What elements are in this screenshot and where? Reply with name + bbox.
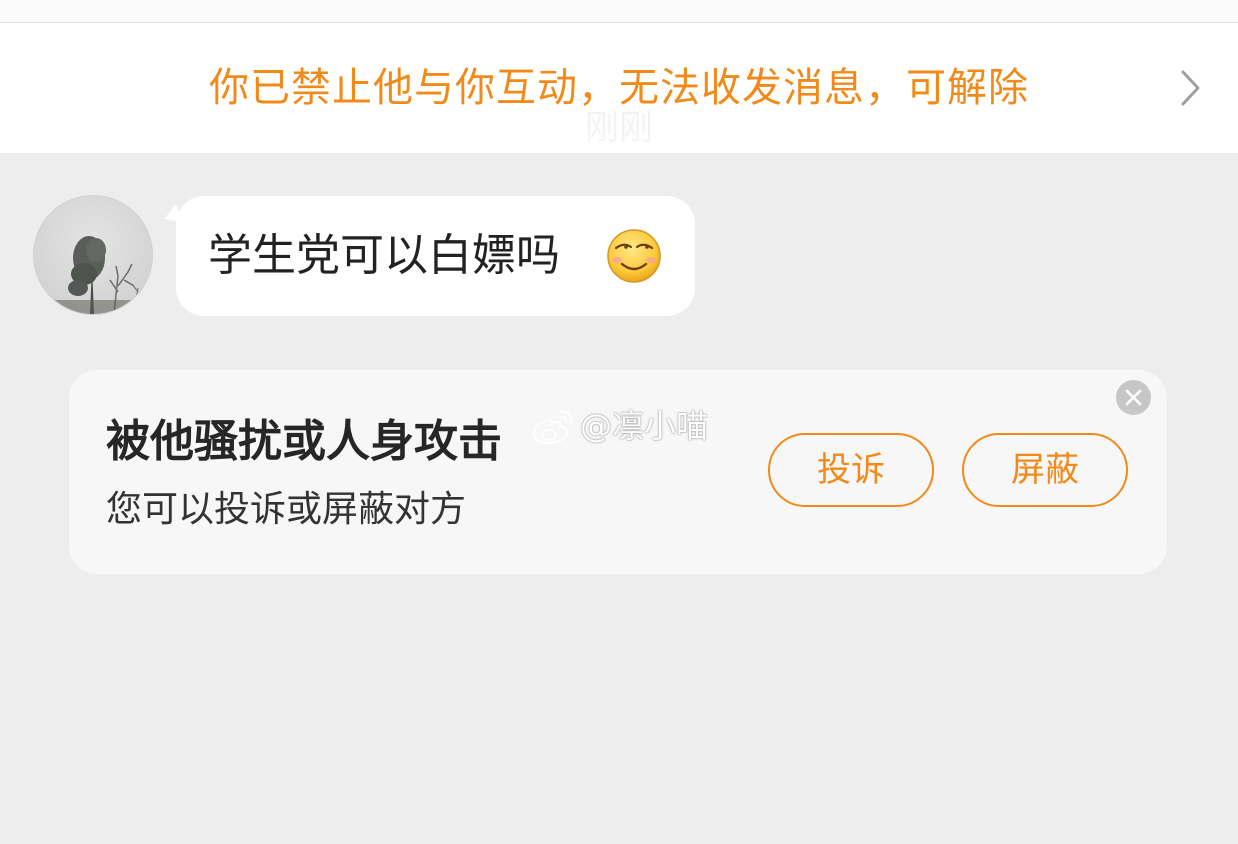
card-subtitle: 您可以投诉或屏蔽对方 — [106, 489, 467, 530]
watermark: @凛小喵 — [530, 400, 708, 448]
message-bubble[interactable]: 学生党可以白嫖吗 — [176, 196, 695, 316]
report-button[interactable]: 投诉 — [768, 433, 934, 507]
avatar[interactable] — [34, 196, 152, 314]
avatar-tree-image — [34, 196, 152, 314]
chevron-right-icon[interactable] — [1172, 68, 1208, 108]
block-button[interactable]: 屏蔽 — [962, 433, 1128, 507]
message-timestamp: 刚刚 — [585, 108, 653, 148]
card-title: 被他骚扰或人身攻击 — [106, 416, 502, 467]
watermark-text: @凛小喵 — [580, 407, 709, 445]
smirk-smile-emoji-icon — [607, 229, 661, 283]
weibo-icon — [532, 410, 573, 445]
close-icon[interactable] — [1116, 380, 1151, 415]
message-text: 学生党可以白嫖吗 — [208, 230, 560, 281]
top-bar — [0, 0, 1238, 23]
